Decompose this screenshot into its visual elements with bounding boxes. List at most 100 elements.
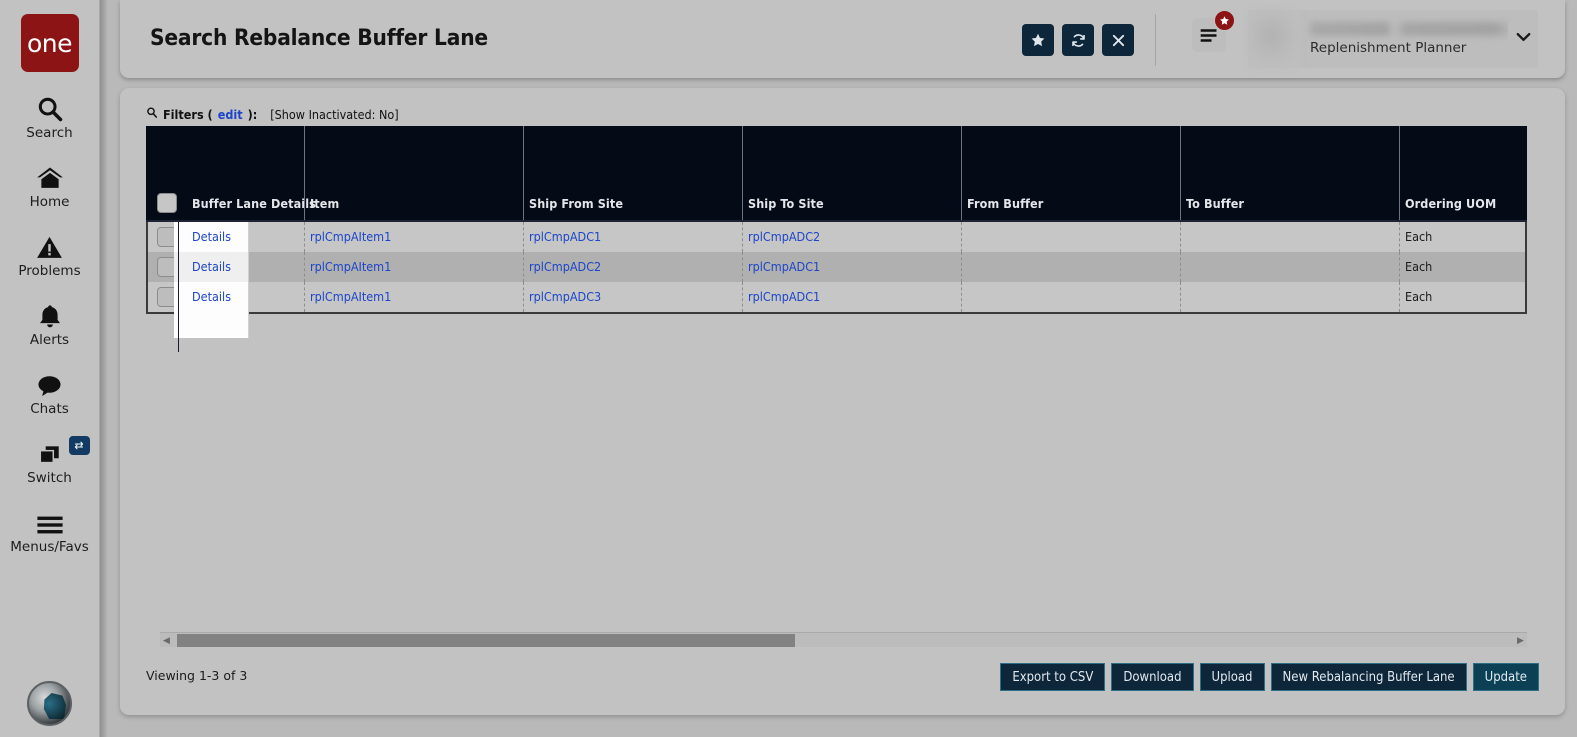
cell-item[interactable]: rplCmpAItem1 bbox=[310, 259, 391, 274]
column-separator[interactable] bbox=[304, 126, 305, 220]
one-logo[interactable]: one bbox=[20, 14, 79, 72]
update-button[interactable]: Update bbox=[1472, 663, 1539, 691]
column-separator[interactable] bbox=[1399, 126, 1400, 220]
footer-actions: Export to CSV Download Upload New Rebalanci… bbox=[1000, 663, 1539, 691]
user-avatar-photo bbox=[43, 693, 66, 719]
row-select-checkbox[interactable] bbox=[157, 257, 177, 277]
search-icon bbox=[146, 106, 158, 122]
cell-separator bbox=[523, 222, 524, 252]
new-rebalancing-buffer-lane-button[interactable]: New Rebalancing Buffer Lane bbox=[1270, 663, 1467, 691]
avatar[interactable] bbox=[27, 681, 72, 726]
cell-ship_to[interactable]: rplCmpADC1 bbox=[748, 259, 820, 274]
grid-header-row: Buffer Lane Details Item Ship From Site Shi… bbox=[146, 126, 1527, 222]
row-select-checkbox[interactable] bbox=[157, 227, 177, 247]
column-separator[interactable] bbox=[1180, 126, 1181, 220]
column-separator[interactable] bbox=[961, 126, 962, 220]
column-header-to_buffer[interactable]: To Buffer bbox=[1186, 196, 1244, 211]
details-link[interactable]: Details bbox=[192, 229, 231, 244]
user-menu[interactable]: Replenishment Planner bbox=[1248, 10, 1538, 68]
cell-ship_from[interactable]: rplCmpADC2 bbox=[529, 259, 601, 274]
sidebar-item-menus-favs[interactable]: Menus/Favs bbox=[0, 503, 100, 555]
swap-arrows-icon[interactable]: ⇄ bbox=[68, 436, 90, 455]
cell-separator bbox=[1180, 282, 1181, 312]
cell-separator bbox=[961, 222, 962, 252]
user-avatar bbox=[1248, 10, 1300, 68]
export-to-csv-button[interactable]: Export to CSV bbox=[1000, 663, 1106, 691]
rail-shadow bbox=[100, 0, 108, 737]
details-link[interactable]: Details bbox=[192, 259, 231, 274]
download-button[interactable]: Download bbox=[1111, 663, 1194, 691]
column-separator[interactable] bbox=[523, 126, 524, 220]
cell-separator bbox=[961, 282, 962, 312]
cell-item[interactable]: rplCmpAItem1 bbox=[310, 289, 391, 304]
column-header-details[interactable]: Buffer Lane Details bbox=[192, 196, 316, 211]
cell-separator bbox=[1399, 222, 1400, 252]
sidebar-item-alerts[interactable]: Alerts bbox=[0, 296, 100, 348]
chevron-down-icon[interactable] bbox=[1508, 22, 1538, 52]
row-select-checkbox[interactable] bbox=[157, 287, 177, 307]
sidebar-item-label: Switch bbox=[27, 470, 72, 486]
sidebar-item-label: Home bbox=[29, 194, 70, 210]
sidebar-item-problems[interactable]: Problems bbox=[0, 227, 100, 279]
details-link[interactable]: Details bbox=[192, 289, 231, 304]
favorite-button[interactable] bbox=[1022, 24, 1054, 56]
cell-ordering_uom: Each bbox=[1405, 259, 1433, 274]
bell-icon bbox=[37, 296, 63, 330]
column-header-ordering_uom[interactable]: Ordering UOM bbox=[1405, 196, 1496, 211]
chevron-right-icon[interactable]: ▶ bbox=[1514, 633, 1527, 648]
sidebar-item-search[interactable]: Search bbox=[0, 89, 100, 141]
scrollbar-thumb[interactable] bbox=[177, 634, 795, 647]
header-divider bbox=[1155, 14, 1156, 66]
filters-bar: Filters ( edit ): [Show Inactivated: No] bbox=[146, 106, 399, 122]
sidebar-item-chats[interactable]: Chats bbox=[0, 365, 100, 417]
grid-left-border bbox=[146, 222, 148, 312]
cell-separator bbox=[1399, 282, 1400, 312]
user-name bbox=[1310, 22, 1510, 36]
cell-ordering_uom: Each bbox=[1405, 229, 1433, 244]
cell-separator bbox=[304, 282, 305, 312]
refresh-button[interactable] bbox=[1062, 24, 1094, 56]
chat-bubble-icon bbox=[35, 365, 64, 399]
cell-separator bbox=[523, 282, 524, 312]
sidebar-item-label: Menus/Favs bbox=[10, 539, 89, 555]
cell-ship_from[interactable]: rplCmpADC1 bbox=[529, 229, 601, 244]
close-button[interactable] bbox=[1102, 24, 1134, 56]
sidebar-item-switch[interactable]: ⇄ Switch bbox=[0, 434, 100, 486]
table-row[interactable]: Details rplCmpAItem1 rplCmpADC2 rplCmpADC1 E… bbox=[146, 252, 1527, 282]
sidebar-item-home[interactable]: Home bbox=[0, 158, 100, 210]
grid-right-border bbox=[1525, 222, 1527, 312]
filters-edit-link[interactable]: edit bbox=[218, 107, 243, 122]
table-row[interactable]: Details rplCmpAItem1 rplCmpADC3 rplCmpADC1 E… bbox=[146, 282, 1527, 312]
column-header-ship_to[interactable]: Ship To Site bbox=[748, 196, 824, 211]
filters-label: Filters ( bbox=[163, 106, 213, 122]
upload-button[interactable]: Upload bbox=[1199, 663, 1265, 691]
select-all-checkbox[interactable] bbox=[157, 193, 177, 213]
hamburger-icon bbox=[35, 503, 65, 537]
column-separator[interactable] bbox=[742, 126, 743, 220]
table-row[interactable]: Details rplCmpAItem1 rplCmpADC1 rplCmpADC2 E… bbox=[146, 222, 1527, 252]
grid-bottom-border bbox=[146, 312, 1527, 314]
chevron-left-icon[interactable]: ◀ bbox=[160, 633, 173, 648]
cell-ship_to[interactable]: rplCmpADC2 bbox=[748, 229, 820, 244]
cell-item[interactable]: rplCmpAItem1 bbox=[310, 229, 391, 244]
cell-separator bbox=[1399, 252, 1400, 282]
cell-separator bbox=[1180, 222, 1181, 252]
cell-ship_to[interactable]: rplCmpADC1 bbox=[748, 289, 820, 304]
left-nav-rail: one Search Home Problems Alerts Chats ⇄ … bbox=[0, 0, 100, 737]
home-icon bbox=[35, 158, 65, 192]
menus-favs-star-badge bbox=[1214, 10, 1235, 31]
column-header-ship_from[interactable]: Ship From Site bbox=[529, 196, 623, 211]
windows-stack-icon bbox=[35, 434, 64, 468]
main-panel: Filters ( edit ): [Show Inactivated: No]… bbox=[120, 88, 1565, 715]
frozen-column-divider bbox=[178, 222, 179, 352]
cell-separator bbox=[1180, 252, 1181, 282]
horizontal-scrollbar[interactable]: ◀ ▶ bbox=[160, 632, 1527, 647]
grid-body: Details rplCmpAItem1 rplCmpADC1 rplCmpADC2 E… bbox=[146, 222, 1527, 312]
filters-state: [Show Inactivated: No] bbox=[270, 106, 399, 122]
cell-ship_from[interactable]: rplCmpADC3 bbox=[529, 289, 601, 304]
sidebar-item-label: Problems bbox=[18, 263, 81, 279]
column-header-from_buffer[interactable]: From Buffer bbox=[967, 196, 1043, 211]
viewing-count: Viewing 1-3 of 3 bbox=[146, 668, 248, 683]
sidebar-item-label: Chats bbox=[30, 401, 69, 417]
column-header-item[interactable]: Item bbox=[310, 196, 339, 211]
